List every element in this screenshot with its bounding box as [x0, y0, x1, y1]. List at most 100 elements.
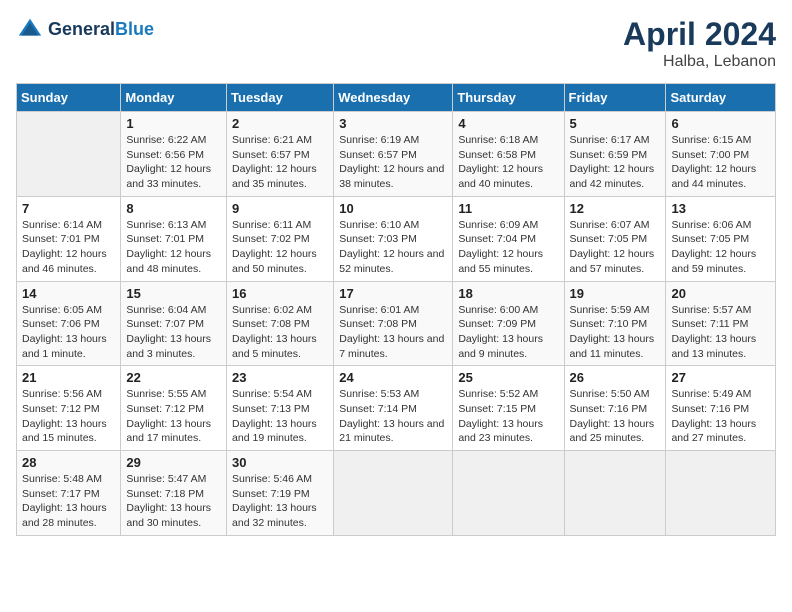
day-number: 2 [232, 116, 328, 131]
weekday-header: Monday [121, 84, 227, 112]
calendar-cell: 1 Sunrise: 6:22 AM Sunset: 6:56 PM Dayli… [121, 112, 227, 197]
day-info: Sunrise: 6:13 AM Sunset: 7:01 PM Dayligh… [126, 218, 221, 277]
calendar-cell: 11 Sunrise: 6:09 AM Sunset: 7:04 PM Dayl… [453, 196, 564, 281]
day-info: Sunrise: 6:09 AM Sunset: 7:04 PM Dayligh… [458, 218, 558, 277]
day-info: Sunrise: 6:06 AM Sunset: 7:05 PM Dayligh… [671, 218, 770, 277]
day-info: Sunrise: 6:05 AM Sunset: 7:06 PM Dayligh… [22, 303, 115, 362]
calendar-cell: 9 Sunrise: 6:11 AM Sunset: 7:02 PM Dayli… [227, 196, 334, 281]
day-number: 3 [339, 116, 447, 131]
calendar-cell [453, 451, 564, 536]
day-info: Sunrise: 5:52 AM Sunset: 7:15 PM Dayligh… [458, 387, 558, 446]
calendar-cell: 3 Sunrise: 6:19 AM Sunset: 6:57 PM Dayli… [334, 112, 453, 197]
day-info: Sunrise: 6:22 AM Sunset: 6:56 PM Dayligh… [126, 133, 221, 192]
calendar-cell: 26 Sunrise: 5:50 AM Sunset: 7:16 PM Dayl… [564, 366, 666, 451]
calendar-cell: 12 Sunrise: 6:07 AM Sunset: 7:05 PM Dayl… [564, 196, 666, 281]
logo: GeneralBlue [16, 16, 154, 44]
day-number: 14 [22, 286, 115, 301]
day-number: 16 [232, 286, 328, 301]
calendar-cell: 23 Sunrise: 5:54 AM Sunset: 7:13 PM Dayl… [227, 366, 334, 451]
day-info: Sunrise: 5:47 AM Sunset: 7:18 PM Dayligh… [126, 472, 221, 531]
calendar-cell: 28 Sunrise: 5:48 AM Sunset: 7:17 PM Dayl… [17, 451, 121, 536]
day-number: 11 [458, 201, 558, 216]
calendar-cell: 8 Sunrise: 6:13 AM Sunset: 7:01 PM Dayli… [121, 196, 227, 281]
day-number: 15 [126, 286, 221, 301]
day-number: 1 [126, 116, 221, 131]
location: Halba, Lebanon [623, 53, 776, 71]
day-info: Sunrise: 6:00 AM Sunset: 7:09 PM Dayligh… [458, 303, 558, 362]
calendar-cell: 13 Sunrise: 6:06 AM Sunset: 7:05 PM Dayl… [666, 196, 776, 281]
day-number: 17 [339, 286, 447, 301]
logo-text: GeneralBlue [48, 20, 154, 40]
page-header: GeneralBlue April 2024 Halba, Lebanon [16, 16, 776, 71]
day-number: 6 [671, 116, 770, 131]
day-info: Sunrise: 5:49 AM Sunset: 7:16 PM Dayligh… [671, 387, 770, 446]
calendar-cell [334, 451, 453, 536]
calendar-cell: 7 Sunrise: 6:14 AM Sunset: 7:01 PM Dayli… [17, 196, 121, 281]
day-number: 29 [126, 455, 221, 470]
day-info: Sunrise: 5:50 AM Sunset: 7:16 PM Dayligh… [570, 387, 661, 446]
day-info: Sunrise: 6:01 AM Sunset: 7:08 PM Dayligh… [339, 303, 447, 362]
calendar-table: SundayMondayTuesdayWednesdayThursdayFrid… [16, 83, 776, 536]
calendar-cell: 21 Sunrise: 5:56 AM Sunset: 7:12 PM Dayl… [17, 366, 121, 451]
calendar-cell: 25 Sunrise: 5:52 AM Sunset: 7:15 PM Dayl… [453, 366, 564, 451]
day-info: Sunrise: 6:10 AM Sunset: 7:03 PM Dayligh… [339, 218, 447, 277]
calendar-cell: 4 Sunrise: 6:18 AM Sunset: 6:58 PM Dayli… [453, 112, 564, 197]
calendar-cell: 22 Sunrise: 5:55 AM Sunset: 7:12 PM Dayl… [121, 366, 227, 451]
calendar-week-row: 14 Sunrise: 6:05 AM Sunset: 7:06 PM Dayl… [17, 281, 776, 366]
calendar-cell: 14 Sunrise: 6:05 AM Sunset: 7:06 PM Dayl… [17, 281, 121, 366]
day-info: Sunrise: 6:07 AM Sunset: 7:05 PM Dayligh… [570, 218, 661, 277]
day-info: Sunrise: 6:04 AM Sunset: 7:07 PM Dayligh… [126, 303, 221, 362]
calendar-cell [17, 112, 121, 197]
calendar-cell [564, 451, 666, 536]
day-number: 19 [570, 286, 661, 301]
day-info: Sunrise: 6:02 AM Sunset: 7:08 PM Dayligh… [232, 303, 328, 362]
calendar-cell: 6 Sunrise: 6:15 AM Sunset: 7:00 PM Dayli… [666, 112, 776, 197]
day-info: Sunrise: 6:15 AM Sunset: 7:00 PM Dayligh… [671, 133, 770, 192]
day-info: Sunrise: 6:17 AM Sunset: 6:59 PM Dayligh… [570, 133, 661, 192]
weekday-header-row: SundayMondayTuesdayWednesdayThursdayFrid… [17, 84, 776, 112]
weekday-header: Friday [564, 84, 666, 112]
calendar-cell: 17 Sunrise: 6:01 AM Sunset: 7:08 PM Dayl… [334, 281, 453, 366]
calendar-cell: 19 Sunrise: 5:59 AM Sunset: 7:10 PM Dayl… [564, 281, 666, 366]
calendar-cell: 30 Sunrise: 5:46 AM Sunset: 7:19 PM Dayl… [227, 451, 334, 536]
day-number: 27 [671, 370, 770, 385]
day-number: 5 [570, 116, 661, 131]
day-info: Sunrise: 5:46 AM Sunset: 7:19 PM Dayligh… [232, 472, 328, 531]
day-number: 24 [339, 370, 447, 385]
calendar-cell: 2 Sunrise: 6:21 AM Sunset: 6:57 PM Dayli… [227, 112, 334, 197]
logo-icon [16, 16, 44, 44]
calendar-cell: 10 Sunrise: 6:10 AM Sunset: 7:03 PM Dayl… [334, 196, 453, 281]
day-info: Sunrise: 5:53 AM Sunset: 7:14 PM Dayligh… [339, 387, 447, 446]
day-number: 26 [570, 370, 661, 385]
day-number: 9 [232, 201, 328, 216]
day-number: 21 [22, 370, 115, 385]
day-number: 30 [232, 455, 328, 470]
day-info: Sunrise: 6:18 AM Sunset: 6:58 PM Dayligh… [458, 133, 558, 192]
weekday-header: Wednesday [334, 84, 453, 112]
weekday-header: Tuesday [227, 84, 334, 112]
calendar-cell: 20 Sunrise: 5:57 AM Sunset: 7:11 PM Dayl… [666, 281, 776, 366]
day-number: 4 [458, 116, 558, 131]
day-number: 25 [458, 370, 558, 385]
day-info: Sunrise: 5:48 AM Sunset: 7:17 PM Dayligh… [22, 472, 115, 531]
day-number: 12 [570, 201, 661, 216]
calendar-week-row: 7 Sunrise: 6:14 AM Sunset: 7:01 PM Dayli… [17, 196, 776, 281]
calendar-cell: 5 Sunrise: 6:17 AM Sunset: 6:59 PM Dayli… [564, 112, 666, 197]
day-number: 8 [126, 201, 221, 216]
calendar-cell: 18 Sunrise: 6:00 AM Sunset: 7:09 PM Dayl… [453, 281, 564, 366]
day-info: Sunrise: 5:57 AM Sunset: 7:11 PM Dayligh… [671, 303, 770, 362]
weekday-header: Sunday [17, 84, 121, 112]
day-number: 20 [671, 286, 770, 301]
title-block: April 2024 Halba, Lebanon [623, 16, 776, 71]
day-number: 23 [232, 370, 328, 385]
day-number: 22 [126, 370, 221, 385]
day-number: 13 [671, 201, 770, 216]
day-info: Sunrise: 5:56 AM Sunset: 7:12 PM Dayligh… [22, 387, 115, 446]
day-number: 28 [22, 455, 115, 470]
calendar-week-row: 1 Sunrise: 6:22 AM Sunset: 6:56 PM Dayli… [17, 112, 776, 197]
calendar-cell: 15 Sunrise: 6:04 AM Sunset: 7:07 PM Dayl… [121, 281, 227, 366]
day-info: Sunrise: 5:55 AM Sunset: 7:12 PM Dayligh… [126, 387, 221, 446]
calendar-cell: 29 Sunrise: 5:47 AM Sunset: 7:18 PM Dayl… [121, 451, 227, 536]
day-info: Sunrise: 5:59 AM Sunset: 7:10 PM Dayligh… [570, 303, 661, 362]
day-info: Sunrise: 5:54 AM Sunset: 7:13 PM Dayligh… [232, 387, 328, 446]
